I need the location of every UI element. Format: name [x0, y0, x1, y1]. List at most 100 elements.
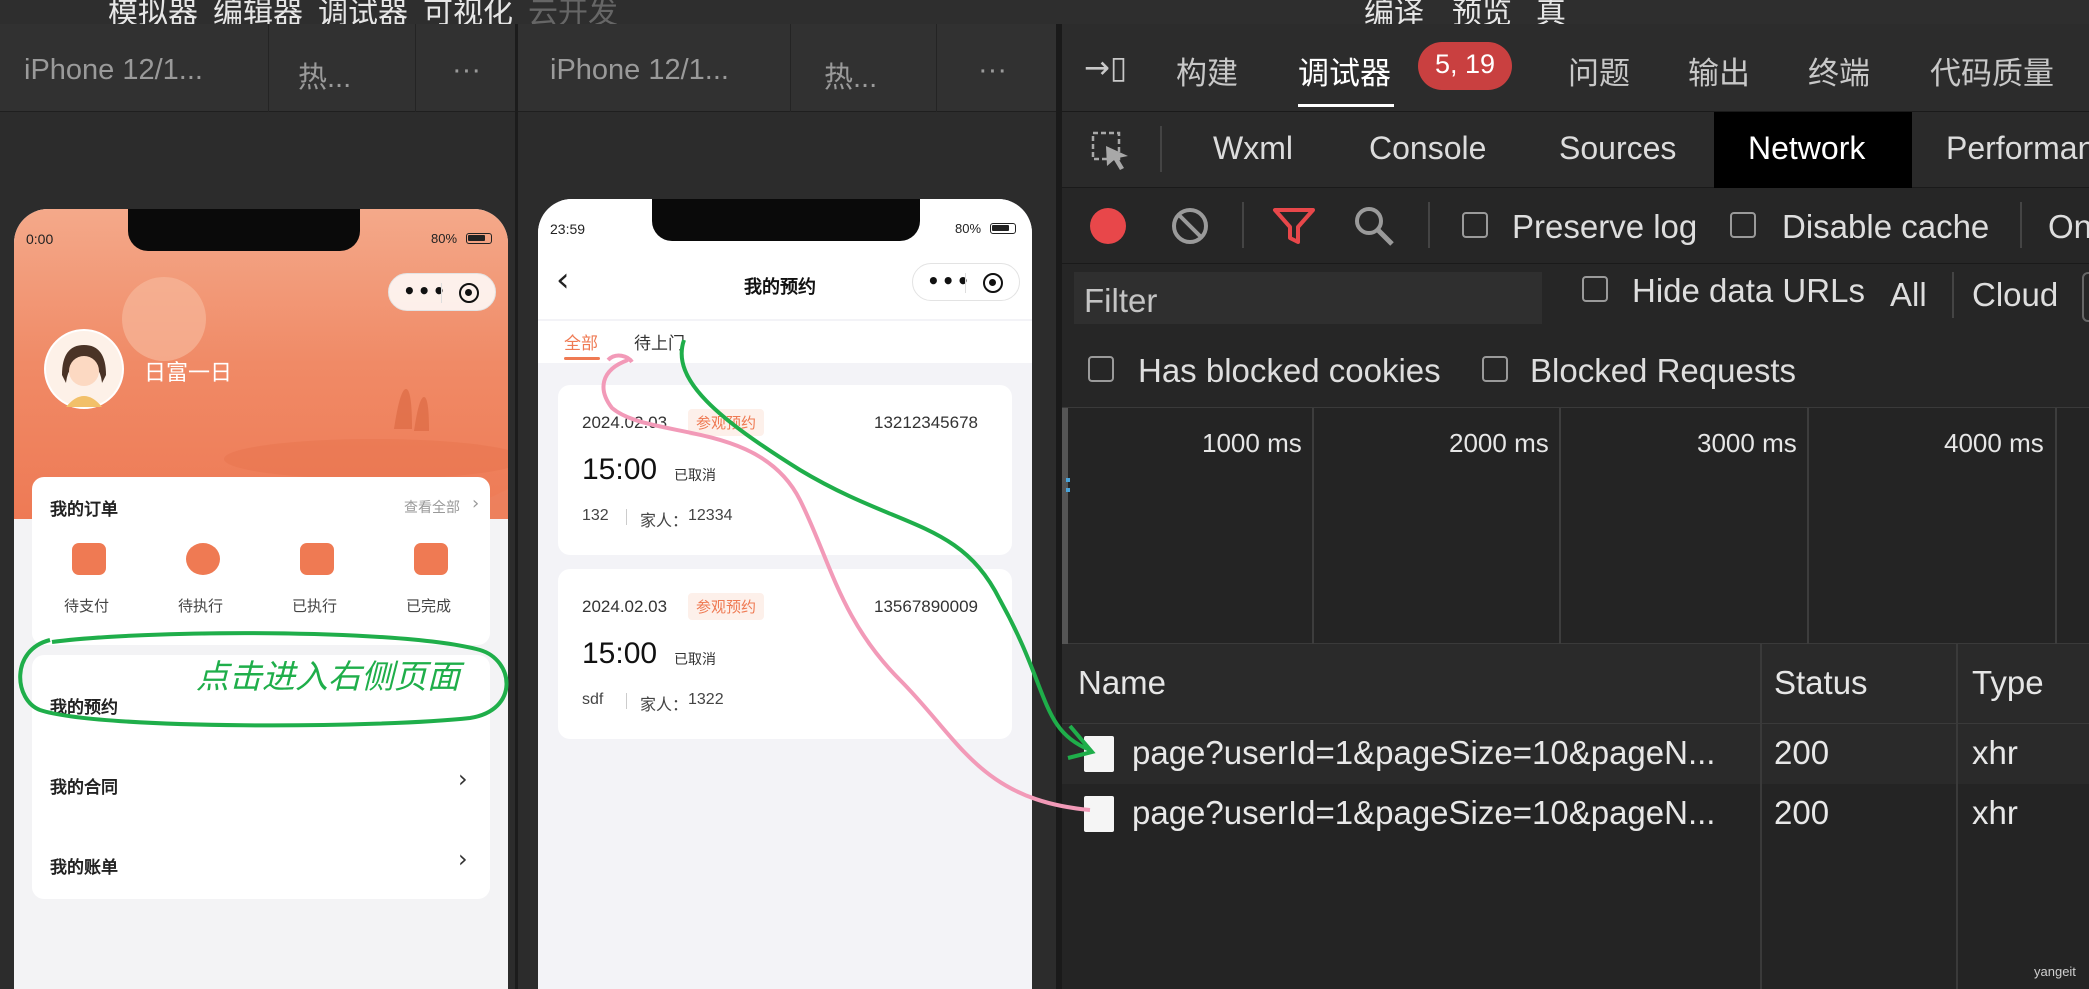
phone-frame-right: 23:59 80% ‹ 我的预约 ••• 全部 待上门 2024.02.03 参 [538, 199, 1032, 989]
tab-all[interactable]: 全部 [564, 329, 598, 354]
tab-wxml[interactable]: Wxml [1213, 130, 1293, 167]
tab-console[interactable]: Console [1369, 130, 1486, 167]
col-status-header[interactable]: Status [1774, 664, 1868, 702]
order-executed[interactable]: 已执行 [292, 595, 337, 616]
hide-data-urls-label: Hide data URLs [1632, 272, 1865, 309]
phone-frame-left: 0:00 80% ••• 日富一日 我的订单 查看全部 › 待支付 待执行 已执… [14, 209, 508, 989]
divider [1428, 202, 1430, 248]
watermark: yangeit [2034, 964, 2076, 979]
reservation-card[interactable]: 2024.02.03 参观预约 13212345678 15:00 已取消 13… [558, 385, 1012, 555]
reservation-date: 2024.02.03 [582, 413, 668, 432]
timeline-start-handle[interactable] [1062, 408, 1068, 644]
avatar[interactable] [44, 329, 124, 409]
record-icon[interactable] [1090, 208, 1126, 244]
filter-input[interactable]: Filter [1074, 272, 1542, 324]
filter-cloud[interactable]: Cloud [1972, 276, 2058, 314]
order-pending-pay[interactable]: 待支付 [64, 595, 109, 616]
filter-funnel-icon[interactable] [1272, 206, 1316, 246]
close-target-icon[interactable] [459, 283, 479, 303]
col-name-header[interactable]: Name [1078, 664, 1166, 702]
network-overview-timeline[interactable]: 1000 ms 2000 ms 3000 ms 4000 ms [1062, 408, 2089, 644]
blocked-requests-checkbox[interactable] [1482, 356, 1508, 382]
error-badge[interactable]: 5, 19 [1418, 42, 1512, 90]
avatar-girl-icon [46, 331, 122, 407]
error-count: 5, 19 [1434, 49, 1496, 79]
blocked-cookies-checkbox[interactable] [1088, 356, 1114, 382]
reservation-visitor: sdf [582, 691, 604, 708]
reservation-tag: 参观预约 [688, 593, 765, 620]
screenshot-stage: 模拟器 编辑器 调试器 可视化 云开发 编译 预览 真 iPhone 12/1.… [0, 0, 2089, 989]
tab-debugger[interactable]: 调试器 [1298, 48, 1391, 93]
tab-network-active[interactable]: Network [1714, 112, 1912, 188]
checklist-icon[interactable] [300, 543, 334, 575]
request-status: 200 [1774, 734, 1830, 771]
tab-sources[interactable]: Sources [1559, 130, 1676, 167]
hot-reload-tab[interactable]: 热... [298, 54, 351, 96]
tab-output[interactable]: 输出 [1688, 48, 1750, 93]
blocked-requests-label: Blocked Requests [1530, 352, 1796, 389]
reservation-tag: 参观预约 [688, 409, 765, 436]
box-icon[interactable] [414, 543, 448, 575]
hide-data-urls-checkbox[interactable] [1582, 276, 1608, 302]
tab-build[interactable]: 构建 [1176, 48, 1238, 93]
device-selector[interactable]: iPhone 12/1... [24, 54, 203, 87]
column-divider [1956, 724, 1958, 989]
blocked-cookies-label: Has blocked cookies [1138, 352, 1441, 389]
back-arrow-icon[interactable]: ‹ [556, 263, 570, 297]
dock-toggle-icon[interactable]: →▯ [1084, 50, 1127, 86]
menu-item-contract[interactable]: 我的合同 › [32, 735, 490, 815]
column-divider[interactable] [1956, 644, 1958, 724]
hot-reload-tab[interactable]: 热... [824, 54, 877, 96]
view-all-link[interactable]: 查看全部 [404, 497, 460, 517]
menu-item-reservation[interactable]: 我的预约 [32, 655, 490, 735]
tab-pending-visit[interactable]: 待上门 [634, 329, 685, 354]
sim-right-tabbar: iPhone 12/1... 热... ··· [518, 24, 1056, 112]
order-pending-exec[interactable]: 待执行 [178, 595, 223, 616]
more-button[interactable]: ··· [452, 54, 481, 87]
request-row[interactable]: page?userId=1&pageSize=10&pageN... 200 x… [1062, 724, 2089, 784]
simulator-right: iPhone 12/1... 热... ··· 23:59 80% ‹ 我的预约… [518, 24, 1056, 989]
divider [2020, 202, 2022, 248]
search-icon[interactable] [1352, 204, 1396, 248]
throttle-select[interactable]: On [2048, 208, 2089, 246]
request-row[interactable]: page?userId=1&pageSize=10&pageN... 200 x… [1062, 784, 2089, 844]
request-table-header: Name Status Type [1062, 644, 2089, 724]
inspect-element-icon[interactable] [1090, 130, 1132, 172]
request-type: xhr [1972, 794, 2018, 831]
mini-program-capsule[interactable]: ••• [912, 263, 1020, 301]
sim-left-tabbar: iPhone 12/1... 热... ··· [0, 24, 516, 112]
status-time: 0:00 [26, 231, 54, 247]
clock-icon[interactable] [186, 543, 220, 575]
family-label: 家人： [640, 511, 689, 530]
tab-terminal[interactable]: 终端 [1808, 48, 1870, 93]
menu-item-label: 我的预约 [50, 698, 118, 718]
battery-icon [466, 233, 492, 244]
col-type-header[interactable]: Type [1972, 664, 2044, 702]
close-target-icon[interactable] [983, 273, 1003, 293]
mini-program-capsule[interactable]: ••• [388, 273, 496, 311]
more-button[interactable]: ··· [978, 54, 1007, 87]
filter-all[interactable]: All [1890, 276, 1927, 314]
devtools-top-tabs: →▯ 构建 调试器 5, 19 问题 输出 终端 代码质量 [1062, 24, 2089, 112]
order-completed[interactable]: 已完成 [406, 595, 451, 616]
wallet-icon[interactable] [72, 543, 106, 575]
filter-type-button[interactable] [2082, 272, 2089, 322]
tab-divider [268, 24, 269, 112]
network-toolbar: Preserve log Disable cache On [1062, 188, 2089, 264]
tab-issues[interactable]: 问题 [1568, 48, 1630, 93]
document-icon [1084, 796, 1114, 832]
tab-code-quality[interactable]: 代码质量 [1930, 48, 2054, 93]
tab-performance[interactable]: Performan [1946, 130, 2089, 167]
reservation-card[interactable]: 2024.02.03 参观预约 13567890009 15:00 已取消 sd… [558, 569, 1012, 739]
family-value: 12334 [688, 507, 733, 524]
disable-cache-checkbox[interactable] [1730, 212, 1756, 238]
preserve-log-checkbox[interactable] [1462, 212, 1488, 238]
chevron-right-icon: › [458, 765, 468, 793]
reservation-state: 已取消 [674, 652, 716, 668]
menu-item-bill[interactable]: 我的账单 › [32, 815, 490, 895]
clear-icon[interactable] [1170, 206, 1210, 246]
filter-row-2: Has blocked cookies Blocked Requests [1062, 330, 2089, 408]
device-selector[interactable]: iPhone 12/1... [550, 54, 729, 87]
devtools-panel: →▯ 构建 调试器 5, 19 问题 输出 终端 代码质量 Wxml Conso… [1062, 24, 2089, 989]
column-divider[interactable] [1760, 644, 1762, 724]
